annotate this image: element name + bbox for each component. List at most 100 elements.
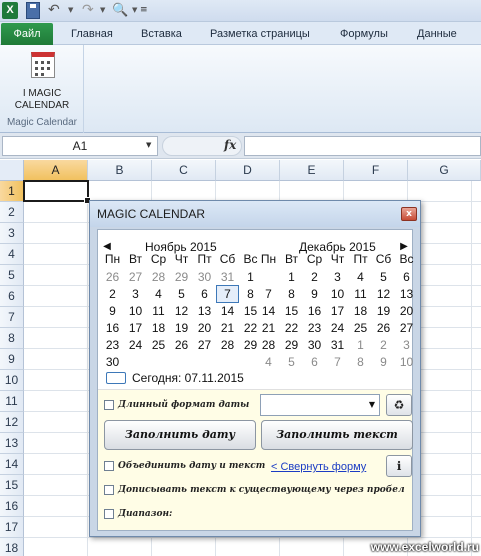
calendar-day[interactable]: 22 (280, 319, 303, 337)
excel-logo-icon[interactable]: X (2, 2, 18, 19)
calendar-day[interactable]: 29 (170, 268, 193, 286)
calendar-day[interactable]: 31 (216, 268, 239, 286)
column-header-a[interactable]: A (24, 160, 88, 181)
name-box[interactable]: A1 (2, 136, 158, 156)
tab-insert[interactable]: Вставка (141, 23, 182, 45)
name-box-dropdown-icon[interactable]: ▼ (146, 136, 156, 154)
calendar-day[interactable]: 4 (349, 268, 372, 286)
calendar-day[interactable]: 9 (372, 353, 395, 371)
row-header-5[interactable]: 5 (0, 265, 24, 286)
row-header-12[interactable]: 12 (0, 412, 24, 433)
insert-function-icon[interactable]: fx (224, 136, 236, 154)
row-header-16[interactable]: 16 (0, 496, 24, 517)
calendar-day[interactable]: 27 (395, 319, 418, 337)
row-header-7[interactable]: 7 (0, 307, 24, 328)
column-header-f[interactable]: F (344, 160, 408, 181)
calendar-day[interactable]: 27 (193, 336, 216, 354)
calendar-day[interactable]: 3 (326, 268, 349, 286)
calendar-day[interactable]: 23 (303, 319, 326, 337)
tab-home[interactable]: Главная (71, 23, 113, 45)
calendar-day[interactable]: 28 (257, 336, 280, 354)
calendar-day[interactable]: 9 (101, 302, 124, 320)
calendar-day[interactable]: 11 (349, 285, 372, 303)
row-header-17[interactable]: 17 (0, 517, 24, 538)
magic-calendar-button[interactable]: I MAGIC CALENDAR (6, 48, 78, 114)
fill-date-button[interactable]: Заполнить дату (104, 420, 256, 450)
calendar-day[interactable]: 26 (170, 336, 193, 354)
calendar-day[interactable]: 23 (101, 336, 124, 354)
tab-formulas[interactable]: Формулы (340, 23, 388, 45)
row-header-18[interactable]: 18 (0, 538, 24, 556)
row-header-13[interactable]: 13 (0, 433, 24, 454)
calendar-day[interactable]: 6 (395, 268, 418, 286)
calendar-day[interactable]: 26 (101, 268, 124, 286)
row-header-15[interactable]: 15 (0, 475, 24, 496)
today-label[interactable]: Сегодня: 07.11.2015 (132, 371, 244, 385)
calendar-day[interactable]: 30 (193, 268, 216, 286)
column-header-g[interactable]: G (408, 160, 481, 181)
calendar-day[interactable]: 16 (303, 302, 326, 320)
calendar-day[interactable]: 6 (303, 353, 326, 371)
calendar-day[interactable]: 30 (101, 353, 124, 371)
calendar-day[interactable]: 14 (257, 302, 280, 320)
calendar-day[interactable]: 27 (124, 268, 147, 286)
undo-icon[interactable]: ↶ (48, 2, 66, 19)
tab-file[interactable]: Файл (1, 23, 53, 45)
calendar-day[interactable]: 17 (124, 319, 147, 337)
row-header-14[interactable]: 14 (0, 454, 24, 475)
row-header-3[interactable]: 3 (0, 223, 24, 244)
combine-checkbox[interactable] (104, 461, 114, 471)
calendar-day[interactable]: 10 (326, 285, 349, 303)
calendar-day[interactable]: 18 (147, 319, 170, 337)
calendar-day[interactable]: 10 (124, 302, 147, 320)
calendar-day[interactable]: 5 (170, 285, 193, 303)
calendar-day[interactable]: 11 (147, 302, 170, 320)
calendar-day[interactable]: 8 (280, 285, 303, 303)
calendar-day[interactable]: 18 (349, 302, 372, 320)
tab-page-layout[interactable]: Разметка страницы (210, 23, 310, 45)
column-header-b[interactable]: B (88, 160, 152, 181)
row-header-6[interactable]: 6 (0, 286, 24, 307)
append-text-checkbox[interactable] (104, 485, 114, 495)
calendar-day[interactable]: 3 (124, 285, 147, 303)
calendar-day[interactable]: 3 (395, 336, 418, 354)
calendar-day[interactable]: 6 (193, 285, 216, 303)
select-all-corner[interactable] (0, 160, 24, 181)
calendar-day[interactable]: 1 (239, 268, 262, 286)
long-format-checkbox[interactable] (104, 400, 114, 410)
row-header-10[interactable]: 10 (0, 370, 24, 391)
calendar-day[interactable]: 28 (216, 336, 239, 354)
calendar-day[interactable]: 4 (147, 285, 170, 303)
calendar-day[interactable]: 20 (395, 302, 418, 320)
row-header-4[interactable]: 4 (0, 244, 24, 265)
row-header-8[interactable]: 8 (0, 328, 24, 349)
calendar-day[interactable]: 4 (257, 353, 280, 371)
help-button[interactable]: ℹ (386, 455, 412, 477)
tab-data[interactable]: Данные (417, 23, 457, 45)
calendar-day[interactable]: 8 (349, 353, 372, 371)
row-header-2[interactable]: 2 (0, 202, 24, 223)
calendar-day[interactable]: 12 (170, 302, 193, 320)
date-format-combo[interactable]: ▼ (260, 394, 380, 416)
calendar-day[interactable]: 14 (216, 302, 239, 320)
column-header-d[interactable]: D (216, 160, 280, 181)
formula-input[interactable] (244, 136, 481, 156)
active-cell-a1[interactable] (23, 180, 91, 204)
save-icon[interactable] (26, 2, 40, 19)
calendar-day[interactable]: 30 (303, 336, 326, 354)
calendar-day[interactable]: 2 (303, 268, 326, 286)
calendar-day[interactable]: 20 (193, 319, 216, 337)
calendar-day[interactable]: 24 (326, 319, 349, 337)
undo-dropdown-icon[interactable]: ▼ (68, 2, 76, 19)
row-header-9[interactable]: 9 (0, 349, 24, 370)
row-header-11[interactable]: 11 (0, 391, 24, 412)
recycle-button[interactable]: ♻ (386, 394, 412, 416)
calendar-day[interactable]: 5 (280, 353, 303, 371)
preview-dropdown-icon[interactable]: ▼ (132, 2, 138, 19)
row-header-1[interactable]: 1 (0, 181, 24, 202)
column-header-e[interactable]: E (280, 160, 344, 181)
print-preview-icon[interactable]: 🔍 (112, 2, 128, 19)
close-icon[interactable]: x (401, 207, 417, 221)
calendar-day[interactable]: 10 (395, 353, 418, 371)
calendar-day[interactable]: 25 (147, 336, 170, 354)
